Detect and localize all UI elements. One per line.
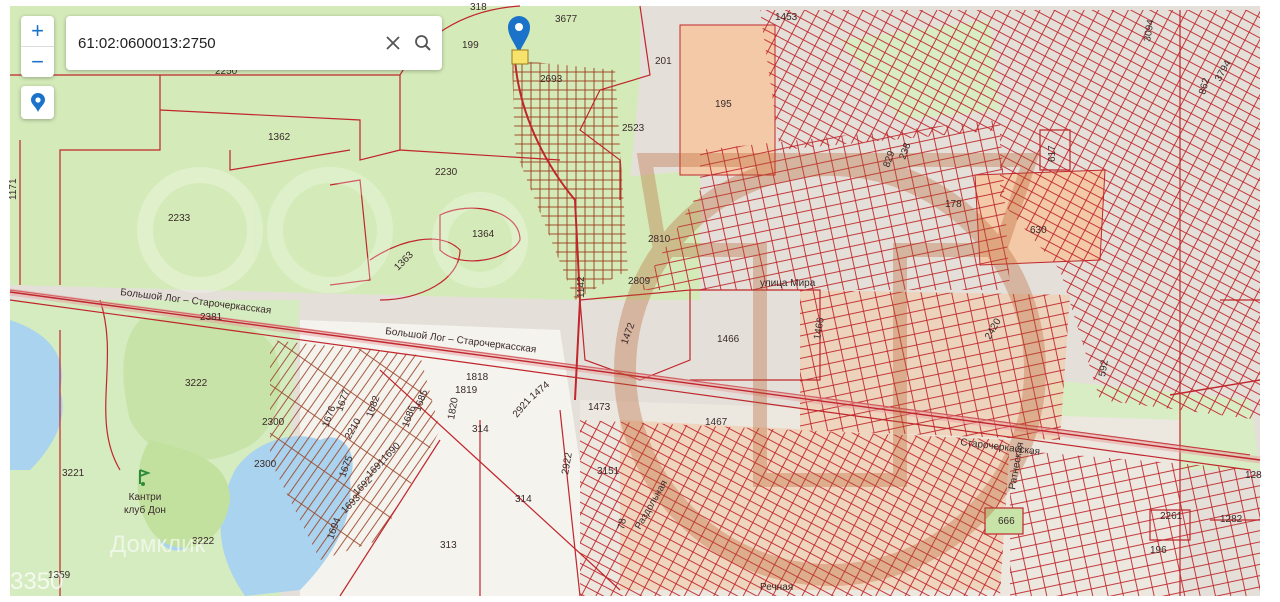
parcel-number: 2381 (200, 312, 223, 323)
parcel-number: 2300 (254, 459, 277, 470)
watermark-number: 3350 (10, 568, 63, 595)
cadastral-map[interactable]: Кантри клуб Дон Большой Лог – Старочерка… (0, 0, 1280, 602)
parcel-number: 2810 (648, 234, 671, 245)
selected-parcel[interactable] (511, 49, 529, 65)
parcel-number: 2809 (628, 276, 651, 287)
parcel-number: 1142 (576, 276, 587, 298)
parcel-number: 201 (655, 56, 672, 67)
plus-icon: + (31, 18, 44, 43)
zoom-out-button[interactable]: − (21, 46, 54, 77)
search-box (66, 16, 442, 70)
street-label: Речная (760, 582, 793, 593)
zoom-control: + − (21, 16, 54, 77)
parcel-number: 1473 (588, 402, 611, 413)
parcel-number: 666 (998, 516, 1015, 527)
search-input[interactable] (76, 33, 380, 53)
search-icon (415, 35, 431, 51)
minus-icon: − (31, 49, 44, 74)
parcel-number: 1282 (1220, 514, 1243, 525)
watermark-text: Домклик (110, 531, 206, 558)
parcel-number: 128 (1245, 470, 1262, 481)
parcel-number: 1364 (472, 229, 495, 240)
street-label: улица Мира (760, 278, 816, 289)
parcel-number: 3222 (185, 378, 208, 389)
parcel-number: 178 (945, 199, 962, 210)
parcel-number: 3221 (62, 468, 85, 479)
parcel-number: 2261 (1160, 511, 1183, 522)
parcel-number: 2233 (168, 213, 191, 224)
parcel-number: 2523 (622, 123, 645, 134)
parcel-number: 1453 (775, 12, 798, 23)
parcel-number: 617 (1047, 145, 1058, 162)
locate-button[interactable] (21, 86, 54, 119)
parcel-number: 2230 (435, 167, 458, 178)
parcel-number: 3151 (597, 466, 620, 477)
parcel-number: 199 (462, 40, 479, 51)
parcel-number: 1362 (268, 132, 291, 143)
parcel-number: 195 (715, 99, 732, 110)
parcel-number: 314 (515, 494, 532, 505)
poi-label-line1: Кантри (129, 492, 162, 503)
parcel-number: 1818 (466, 372, 489, 383)
parcel-number: 3677 (555, 14, 578, 25)
parcel-number: 2693 (540, 74, 563, 85)
zoom-in-button[interactable]: + (21, 16, 54, 46)
parcel-number: 630 (1030, 225, 1047, 236)
parcel-number: 196 (1150, 545, 1167, 556)
close-icon (386, 36, 400, 50)
parcel-number: 313 (440, 540, 457, 551)
parcel-number: 2300 (262, 417, 285, 428)
parcel-number: 1467 (705, 417, 728, 428)
parcel-number: 318 (470, 2, 487, 13)
search-button[interactable] (410, 30, 436, 56)
clear-button[interactable] (380, 30, 406, 56)
parcel-number: 314 (472, 424, 489, 435)
parcel-number: 1171 (8, 178, 19, 200)
parcel-number: 1819 (455, 385, 478, 396)
location-pin-icon (30, 92, 45, 112)
parcel-number: 1466 (717, 334, 740, 345)
poi-label-line2: клуб Дон (124, 504, 166, 516)
